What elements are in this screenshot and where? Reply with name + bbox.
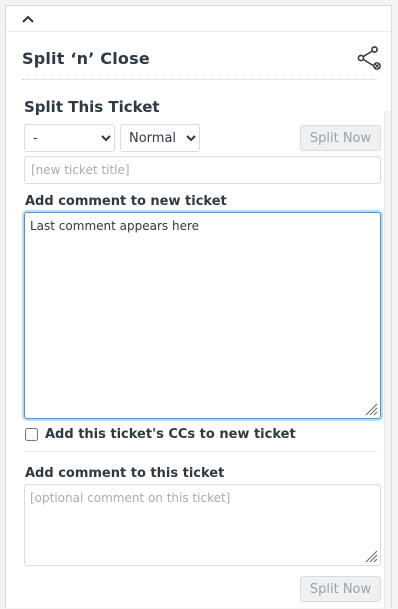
copy-ccs-row[interactable]: Add this ticket's CCs to new ticket xyxy=(25,427,296,442)
section-divider xyxy=(24,451,377,452)
split-now-button-bottom[interactable]: Split Now xyxy=(300,576,381,602)
chevron-up-icon xyxy=(22,15,34,23)
scrollbar[interactable] xyxy=(384,111,391,609)
split-heading: Split This Ticket xyxy=(24,98,160,116)
this-ticket-comment-textarea[interactable] xyxy=(24,484,381,566)
copy-ccs-label: Add this ticket's CCs to new ticket xyxy=(45,427,296,442)
this-ticket-comment-label: Add comment to this ticket xyxy=(25,466,225,481)
new-ticket-comment-textarea[interactable]: Last comment appears here xyxy=(24,212,381,419)
copy-ccs-checkbox[interactable] xyxy=(25,428,38,441)
app-panel: Split ‘n’ Close Split This Ticket - Norm… xyxy=(5,5,392,609)
panel-topbar xyxy=(6,6,391,32)
type-select[interactable]: - xyxy=(24,124,115,152)
share-button[interactable] xyxy=(355,44,383,72)
new-comment-label: Add comment to new ticket xyxy=(25,194,227,209)
priority-select[interactable]: Normal xyxy=(120,124,200,152)
title-divider xyxy=(22,79,378,80)
app-title: Split ‘n’ Close xyxy=(22,49,150,68)
collapse-button[interactable] xyxy=(20,12,36,26)
split-now-button-top[interactable]: Split Now xyxy=(300,125,381,151)
share-icon xyxy=(357,46,381,70)
new-ticket-title-input[interactable] xyxy=(24,156,381,184)
